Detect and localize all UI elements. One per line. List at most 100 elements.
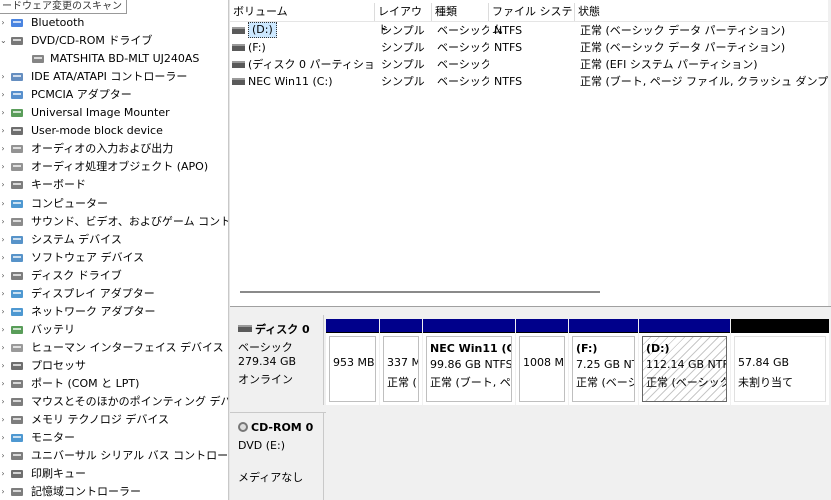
expand-arrow-icon[interactable]: › bbox=[0, 321, 6, 339]
audio-apo-icon bbox=[9, 160, 25, 174]
expand-arrow-icon[interactable]: › bbox=[0, 357, 6, 375]
scrollbar-thumb[interactable] bbox=[240, 291, 600, 293]
expand-arrow-icon[interactable]: › bbox=[0, 68, 6, 86]
volume-row[interactable]: (D:) シンプル ベーシック NTFS 正常 (ベーシック データ パーティション) bbox=[230, 22, 831, 39]
partition[interactable]: 953 MB bbox=[326, 319, 379, 405]
expand-arrow-icon[interactable]: › bbox=[0, 339, 6, 357]
partition[interactable]: NEC Win11 (C 99.86 GB NTFS 正常 (ブート, ペ bbox=[423, 319, 515, 405]
tree-item[interactable]: › オーディオ処理オブジェクト (APO) bbox=[0, 158, 228, 176]
expand-arrow-icon[interactable]: › bbox=[0, 267, 6, 285]
tree-item[interactable]: MATSHITA BD-MLT UJ240AS bbox=[0, 50, 228, 68]
tree-item[interactable]: › プロセッサ bbox=[0, 357, 228, 375]
column-header-volume[interactable]: ボリューム bbox=[230, 3, 375, 21]
tree-item[interactable]: › ディスプレイ アダプター bbox=[0, 285, 228, 303]
tree-item[interactable]: › キーボード bbox=[0, 176, 228, 194]
partition[interactable]: (F:) 7.25 GB NT 正常 (ベーシ bbox=[569, 319, 638, 405]
partition-line1: NEC Win11 (C bbox=[430, 342, 512, 355]
device-tree[interactable]: › Bluetooth ⌄ DVD/CD-ROM ドライブ MATSHITA BD-ML… bbox=[0, 0, 228, 500]
volume-list[interactable]: ボリューム レイアウト 種類 ファイル システム 状態 (D:) シンプル ベーシッ… bbox=[230, 0, 831, 306]
partition[interactable]: (D:) 112.14 GB NTF 正常 (ベーシック bbox=[639, 319, 730, 405]
expand-arrow-icon[interactable]: › bbox=[0, 104, 6, 122]
tree-item[interactable]: › 記憶域コントローラー bbox=[0, 483, 228, 500]
expand-arrow-icon[interactable]: › bbox=[0, 483, 6, 500]
cdrom-0-label[interactable]: CD-ROM 0 DVD (E:) メディアなし bbox=[232, 413, 324, 500]
partition-bar bbox=[639, 319, 730, 333]
expand-arrow-icon[interactable] bbox=[0, 50, 6, 68]
tree-item-label: コンピューター bbox=[31, 196, 108, 210]
tree-item[interactable]: › マウスとそのほかのポインティング デバイス bbox=[0, 393, 228, 411]
expand-arrow-icon[interactable]: › bbox=[0, 14, 6, 32]
tree-item[interactable]: › ディスク ドライブ bbox=[0, 267, 228, 285]
expand-arrow-icon[interactable]: › bbox=[0, 231, 6, 249]
volume-row[interactable]: NEC Win11 (C:) シンプル ベーシック NTFS 正常 (ブート, ページ … bbox=[230, 73, 831, 90]
tree-item[interactable]: › ネットワーク アダプター bbox=[0, 303, 228, 321]
volume-layout: シンプル bbox=[381, 41, 425, 54]
software-device-icon bbox=[9, 251, 25, 265]
tree-item[interactable]: › オーディオの入力および出力 bbox=[0, 140, 228, 158]
expand-arrow-icon[interactable]: › bbox=[0, 122, 6, 140]
tree-item-label: オーディオ処理オブジェクト (APO) bbox=[31, 160, 209, 174]
partition-line3: 正常 ( bbox=[387, 376, 417, 389]
expand-arrow-icon[interactable]: › bbox=[0, 140, 6, 158]
partition-body: 57.84 GB 未割り当て bbox=[734, 336, 826, 402]
unallocated-partition[interactable]: 57.84 GB 未割り当て bbox=[731, 319, 829, 405]
tree-item-label: メモリ テクノロジ デバイス bbox=[31, 413, 170, 427]
expand-arrow-icon[interactable]: › bbox=[0, 285, 6, 303]
tree-item-label: Bluetooth bbox=[31, 16, 85, 29]
tree-item[interactable]: › ソフトウェア デバイス bbox=[0, 249, 228, 267]
expand-arrow-icon[interactable]: › bbox=[0, 447, 6, 465]
partition[interactable]: 337 M 正常 ( bbox=[380, 319, 422, 405]
expand-arrow-icon[interactable]: › bbox=[0, 86, 6, 104]
column-header-status[interactable]: 状態 bbox=[575, 3, 831, 21]
column-header-filesystem[interactable]: ファイル システム bbox=[489, 3, 575, 36]
tree-item[interactable]: › 印刷キュー bbox=[0, 465, 228, 483]
tree-item[interactable]: › システム デバイス bbox=[0, 231, 228, 249]
disk-0-size: 279.34 GB bbox=[238, 355, 297, 368]
tree-item[interactable]: › メモリ テクノロジ デバイス bbox=[0, 411, 228, 429]
expand-arrow-icon[interactable]: › bbox=[0, 375, 6, 393]
disk-0-label[interactable]: ディスク 0 ベーシック 279.34 GB オンライン bbox=[232, 315, 324, 411]
volume-row[interactable]: (F:) シンプル ベーシック NTFS 正常 (ベーシック データ パーティション) bbox=[230, 39, 831, 56]
column-header-type[interactable]: 種類 bbox=[432, 3, 489, 21]
tree-item[interactable]: › サウンド、ビデオ、およびゲーム コントローラー bbox=[0, 213, 228, 231]
expand-arrow-icon[interactable]: › bbox=[0, 158, 6, 176]
partition[interactable]: 1008 M bbox=[516, 319, 568, 405]
column-header-layout[interactable]: レイアウト bbox=[375, 3, 432, 36]
tree-item[interactable]: › コンピューター bbox=[0, 195, 228, 213]
tree-item[interactable]: › バッテリ bbox=[0, 321, 228, 339]
tree-item[interactable]: › IDE ATA/ATAPI コントローラー bbox=[0, 68, 228, 86]
expand-arrow-icon[interactable]: › bbox=[0, 393, 6, 411]
expand-arrow-icon[interactable]: › bbox=[0, 195, 6, 213]
tree-item[interactable]: › ポート (COM と LPT) bbox=[0, 375, 228, 393]
partition-body: 337 M 正常 ( bbox=[383, 336, 419, 402]
volume-status: 正常 (ベーシック データ パーティション) bbox=[580, 41, 786, 54]
cdrom-0-media-area[interactable] bbox=[326, 411, 831, 500]
volume-row[interactable]: (ディスク 0 パーティション 2) シンプルベーシック 正常 (EFI システム … bbox=[230, 56, 831, 73]
tree-item[interactable]: › Universal Image Mounter bbox=[0, 104, 228, 122]
tree-item[interactable]: › ユニバーサル シリアル バス コントローラー bbox=[0, 447, 228, 465]
tree-item[interactable]: ⌄ DVD/CD-ROM ドライブ bbox=[0, 32, 228, 50]
pcmcia-icon bbox=[9, 88, 25, 102]
collapse-arrow-icon[interactable]: ⌄ bbox=[0, 32, 7, 50]
tree-item[interactable]: › PCMCIA アダプター bbox=[0, 86, 228, 104]
tree-item[interactable]: › Bluetooth bbox=[0, 14, 228, 32]
volume-filesystem: NTFS bbox=[494, 24, 523, 37]
expand-arrow-icon[interactable]: › bbox=[0, 249, 6, 267]
volume-filesystem: NTFS bbox=[494, 41, 523, 54]
volume-status: 正常 (ベーシック データ パーティション) bbox=[580, 24, 786, 37]
expand-arrow-icon[interactable]: › bbox=[0, 213, 6, 231]
tree-item[interactable]: › ヒューマン インターフェイス デバイス bbox=[0, 339, 228, 357]
tree-item-label: Universal Image Mounter bbox=[31, 106, 170, 120]
disk-graphical-view[interactable]: ディスク 0 ベーシック 279.34 GB オンライン 953 MB 337 M… bbox=[230, 306, 831, 500]
partition-line3: 正常 (ベーシ bbox=[576, 376, 635, 389]
tree-item-label: 記憶域コントローラー bbox=[31, 485, 141, 499]
expand-arrow-icon[interactable]: › bbox=[0, 176, 6, 194]
expand-arrow-icon[interactable]: › bbox=[0, 465, 6, 483]
tree-item-label: サウンド、ビデオ、およびゲーム コントローラー bbox=[31, 214, 228, 228]
horizontal-scrollbar[interactable] bbox=[230, 283, 831, 300]
expand-arrow-icon[interactable]: › bbox=[0, 429, 6, 447]
expand-arrow-icon[interactable]: › bbox=[0, 303, 6, 321]
expand-arrow-icon[interactable]: › bbox=[0, 411, 6, 429]
tree-item[interactable]: › モニター bbox=[0, 429, 228, 447]
tree-item[interactable]: › User-mode block device bbox=[0, 122, 228, 140]
